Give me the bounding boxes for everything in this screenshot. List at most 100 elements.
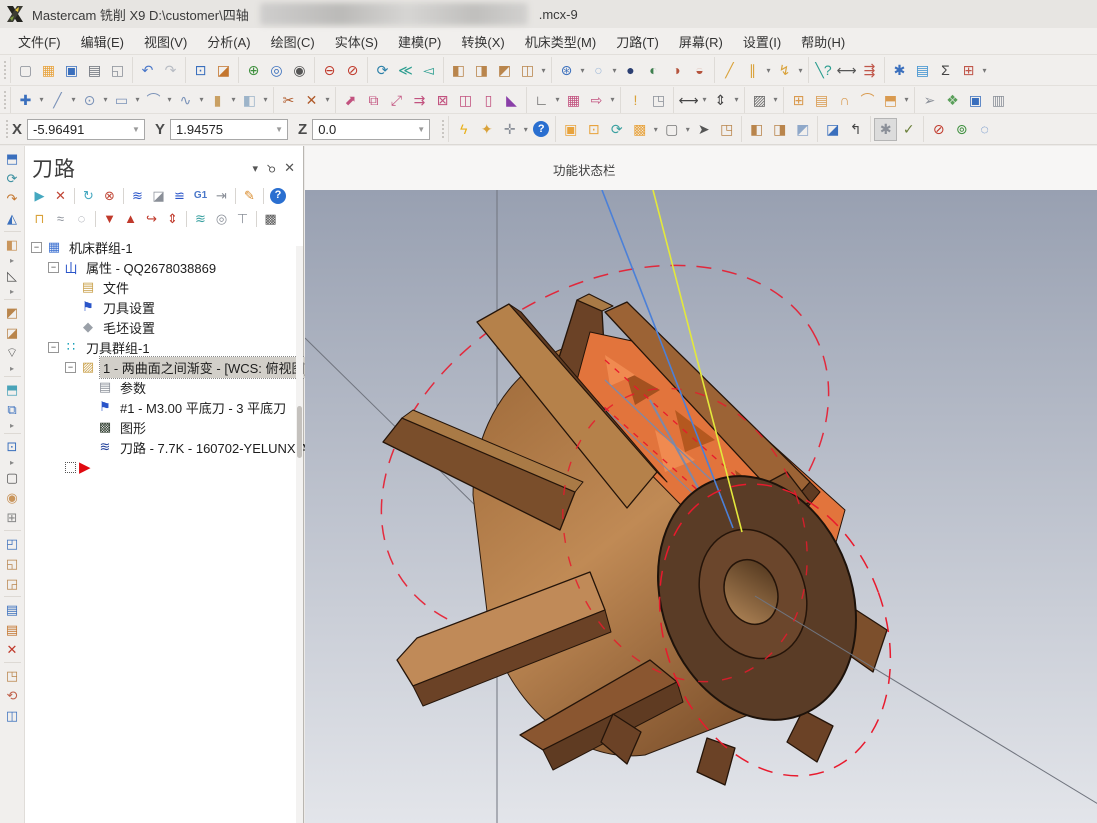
panel-pin-button[interactable]: ⚲ <box>264 161 279 176</box>
zoom-target-button[interactable]: ◎ <box>265 59 288 82</box>
surface-trim-button[interactable]: ⬒ <box>879 88 902 111</box>
tree-properties[interactable]: −山属性 - QQ2678038869 <box>48 257 303 277</box>
trim-entity-button[interactable]: ✂ <box>277 88 300 111</box>
levels-manager-icon[interactable]: ◭ <box>2 209 23 229</box>
surface-draw-expand[interactable]: ▸ <box>2 363 23 374</box>
stock-verify-button[interactable]: ❖ <box>941 88 964 111</box>
xform-mirror-button[interactable]: ◫ <box>454 88 477 111</box>
pan-gview-button[interactable]: ◅ <box>417 59 440 82</box>
analyze-entity-button[interactable]: ╲? <box>812 59 835 82</box>
tree-stock-setup-label[interactable]: 毛坯设置 <box>100 317 158 338</box>
ghost-operations-button[interactable]: ◌ <box>71 209 92 228</box>
window-select-button[interactable]: ▢ <box>660 118 683 141</box>
tree-machine-group-label[interactable]: 机床群组-1 <box>66 237 136 258</box>
mask-disable-button[interactable]: ⊘ <box>927 118 950 141</box>
print-preview-button[interactable]: ◱ <box>106 59 129 82</box>
nesting-button-caret[interactable]: ▾ <box>608 95 617 104</box>
gear-config-button[interactable]: ✱ <box>874 118 897 141</box>
cursor-cube-icon[interactable]: ◰ <box>2 534 23 554</box>
translucent-view-icon[interactable]: ◪ <box>2 323 23 343</box>
insert-arrow-icon[interactable]: ▶ <box>79 458 91 476</box>
surface-revolved-button[interactable]: ∩ <box>833 88 856 111</box>
create-spline-button-caret[interactable]: ▾ <box>197 95 206 104</box>
menu-item-11[interactable]: 屏幕(R) <box>669 28 733 55</box>
tree-tool-label[interactable]: #1 - M3.00 平底刀 - 3 平底刀 <box>117 397 289 418</box>
solids-manager-icon[interactable]: ⟳ <box>2 169 23 189</box>
analyze-chain-button[interactable]: ⇶ <box>858 59 881 82</box>
xform-offset-button[interactable]: ⇉ <box>408 88 431 111</box>
xform-stretch-button[interactable]: ▯ <box>477 88 500 111</box>
shade-dark-button[interactable]: ● <box>619 59 642 82</box>
wireframe-cube-button[interactable]: ▣ <box>964 88 987 111</box>
panel-collapse-button[interactable]: ▾ <box>253 162 259 175</box>
create-arc-button[interactable]: ⊙ <box>78 88 101 111</box>
edit-toolpath-button[interactable]: ✎ <box>239 186 260 205</box>
tree-stock-setup[interactable]: ◆毛坯设置 <box>65 317 303 337</box>
tree-geometry-label[interactable]: 图形 <box>117 417 149 438</box>
move-up-button[interactable]: ▲ <box>120 209 141 228</box>
tree-operation-1-label[interactable]: 1 - 两曲面之间渐变 - [WCS: 俯视图] <box>100 357 311 378</box>
menu-item-5[interactable]: 绘图(C) <box>261 28 325 55</box>
y-coordinate-input[interactable] <box>171 122 271 137</box>
undo-selection-button[interactable]: ↰ <box>844 118 867 141</box>
axis-coordinate-button-caret[interactable]: ▾ <box>553 95 562 104</box>
highfeed-button[interactable]: ➢ <box>918 88 941 111</box>
menu-item-13[interactable]: 帮助(H) <box>791 28 855 55</box>
level-book-orange-icon[interactable]: ▤ <box>2 620 23 640</box>
select-cursor-button[interactable]: ➤ <box>692 118 715 141</box>
menu-item-4[interactable]: 分析(A) <box>197 28 260 55</box>
panel-scrollbar[interactable] <box>296 246 303 823</box>
create-rectangle-button-caret[interactable]: ▾ <box>133 95 142 104</box>
zoom-cursor-button[interactable]: ◉ <box>288 59 311 82</box>
body-compare-expand[interactable]: ▸ <box>2 420 23 431</box>
surface-net-button[interactable]: ⊞ <box>787 88 810 111</box>
x-coordinate-input[interactable] <box>28 122 128 137</box>
y-dropdown-caret[interactable]: ▼ <box>271 125 287 134</box>
mask-enable-button[interactable]: ⊚ <box>950 118 973 141</box>
menu-item-10[interactable]: 刀路(T) <box>606 28 669 55</box>
wcs-dynamic-button[interactable]: ◪ <box>821 118 844 141</box>
attribute-style-button-caret[interactable]: ▾ <box>764 66 773 75</box>
planes-manager-icon[interactable]: ↷ <box>2 189 23 209</box>
multi-window-button[interactable]: ⊞ <box>957 59 980 82</box>
tree-properties-label[interactable]: 属性 - QQ2678038869 <box>83 257 219 278</box>
toolpath-manager-icon[interactable]: ⬒ <box>2 149 23 169</box>
lock-operations-button[interactable]: ⊓ <box>29 209 50 228</box>
attribute-set-button[interactable]: ↯ <box>773 59 796 82</box>
create-line-button[interactable]: ╱ <box>46 88 69 111</box>
show-selected-only-button[interactable]: ≋ <box>190 209 211 228</box>
xform-copy-button[interactable]: ⧉ <box>362 88 385 111</box>
autocursor-fast-button[interactable]: ϟ <box>452 118 475 141</box>
trim-divide-button-caret[interactable]: ▾ <box>323 95 332 104</box>
tree-operation-1[interactable]: −▨1 - 两曲面之间渐变 - [WCS: 俯视图] <box>65 357 303 377</box>
validate-selection-button[interactable]: ✓ <box>897 118 920 141</box>
solid-view-icon[interactable]: ◩ <box>2 303 23 323</box>
rotate-selection-button[interactable]: ⟳ <box>605 118 628 141</box>
z-coordinate-input[interactable] <box>313 122 413 137</box>
shade-material-button[interactable]: ◐ <box>642 59 665 82</box>
create-surface-button-caret[interactable]: ▾ <box>261 95 270 104</box>
menu-item-1[interactable]: 文件(F) <box>8 28 71 55</box>
sigma-statistics-button[interactable]: Σ <box>934 59 957 82</box>
create-rectangle-button[interactable]: ▭ <box>110 88 133 111</box>
create-spline-button[interactable]: ∿ <box>174 88 197 111</box>
wire-cube-icon[interactable]: ▢ <box>2 468 23 488</box>
body-compare-icon[interactable]: ⧉ <box>2 400 23 420</box>
dim-horizontal-button-caret[interactable]: ▾ <box>700 95 709 104</box>
x-dropdown-caret[interactable]: ▼ <box>128 125 144 134</box>
post-g1-button[interactable]: G1 <box>190 186 211 205</box>
solid-back-select-button[interactable]: ◩ <box>791 118 814 141</box>
menu-item-3[interactable]: 视图(V) <box>134 28 197 55</box>
gview-iso-button[interactable]: ◧ <box>447 59 470 82</box>
simulate-button[interactable]: ≌ <box>169 186 190 205</box>
redo-button[interactable]: ↷ <box>159 59 182 82</box>
stock-display-icon[interactable]: ⬒ <box>2 380 23 400</box>
pattern-grid-button[interactable]: ▦ <box>562 88 585 111</box>
attribute-style-button[interactable]: ∥ <box>741 59 764 82</box>
rotate-gview-button[interactable]: ⟳ <box>371 59 394 82</box>
regen-selected-button[interactable]: ↻ <box>78 186 99 205</box>
xform-translate-button[interactable]: ⬈ <box>339 88 362 111</box>
attribute-set-button-caret[interactable]: ▾ <box>796 66 805 75</box>
surface-draw-icon[interactable]: ⌔ <box>2 343 23 363</box>
bounding-box-expand[interactable]: ▸ <box>2 457 23 468</box>
